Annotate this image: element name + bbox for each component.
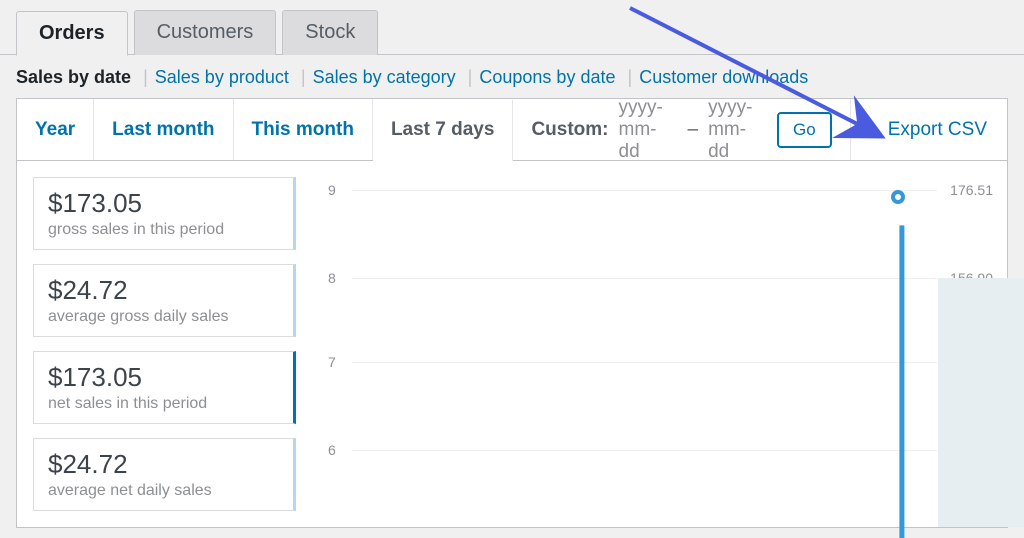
- range-year[interactable]: Year: [17, 99, 94, 160]
- chart-line: [352, 161, 937, 538]
- custom-separator: –: [687, 119, 698, 141]
- custom-label: Custom:: [531, 119, 608, 141]
- stat-avg-net[interactable]: $24.72 average net daily sales: [33, 438, 296, 511]
- download-icon: ↓: [871, 119, 880, 140]
- tab-customers[interactable]: Customers: [134, 10, 277, 55]
- report-panel: Year Last month This month Last 7 days C…: [16, 98, 1008, 528]
- stat-desc: average net daily sales: [48, 482, 279, 500]
- chart-right-tick: 176.51: [950, 182, 993, 198]
- chart-bar: [938, 278, 1024, 527]
- submenu-sales-by-category[interactable]: Sales by category: [313, 67, 456, 87]
- range-last-7-days[interactable]: Last 7 days: [373, 100, 514, 161]
- chart-left-tick: 9: [328, 182, 336, 198]
- stat-amount: $173.05: [48, 362, 279, 393]
- date-range-tabs: Year Last month This month Last 7 days C…: [17, 99, 1007, 161]
- stat-amount: $173.05: [48, 188, 279, 219]
- chart-area: 9876176.51156.90137.29117.67: [312, 161, 1007, 527]
- custom-range: Custom: yyyy-mm-dd – yyyy-mm-dd Go: [513, 99, 850, 160]
- custom-from-input[interactable]: yyyy-mm-dd: [619, 97, 678, 163]
- stat-amount: $24.72: [48, 275, 279, 306]
- custom-to-input[interactable]: yyyy-mm-dd: [708, 97, 767, 163]
- chart-left-tick: 6: [328, 442, 336, 458]
- range-this-month[interactable]: This month: [234, 99, 373, 160]
- export-label: Export CSV: [888, 119, 987, 141]
- top-tabs: Orders Customers Stock: [0, 0, 1024, 55]
- submenu-coupons-by-date[interactable]: Coupons by date: [479, 67, 615, 87]
- stat-avg-gross[interactable]: $24.72 average gross daily sales: [33, 264, 296, 337]
- submenu-current: Sales by date: [16, 67, 131, 87]
- chart-left-tick: 8: [328, 270, 336, 286]
- tab-orders[interactable]: Orders: [16, 11, 128, 56]
- submenu-customer-downloads[interactable]: Customer downloads: [639, 67, 808, 87]
- stat-net-sales[interactable]: $173.05 net sales in this period: [33, 351, 296, 424]
- report-submenu: Sales by date | Sales by product | Sales…: [0, 55, 1024, 98]
- submenu-sales-by-product[interactable]: Sales by product: [155, 67, 289, 87]
- stat-amount: $24.72: [48, 449, 279, 480]
- stat-gross-sales[interactable]: $173.05 gross sales in this period: [33, 177, 296, 250]
- stat-desc: net sales in this period: [48, 395, 279, 413]
- stat-desc: average gross daily sales: [48, 308, 279, 326]
- tab-stock[interactable]: Stock: [282, 10, 378, 55]
- chart-left-tick: 7: [328, 354, 336, 370]
- stats-column: $173.05 gross sales in this period $24.7…: [17, 161, 312, 527]
- report-body: $173.05 gross sales in this period $24.7…: [17, 161, 1007, 527]
- range-last-month[interactable]: Last month: [94, 99, 233, 160]
- stat-desc: gross sales in this period: [48, 221, 279, 239]
- go-button[interactable]: Go: [777, 112, 832, 148]
- export-csv-link[interactable]: ↓ Export CSV: [851, 99, 1007, 160]
